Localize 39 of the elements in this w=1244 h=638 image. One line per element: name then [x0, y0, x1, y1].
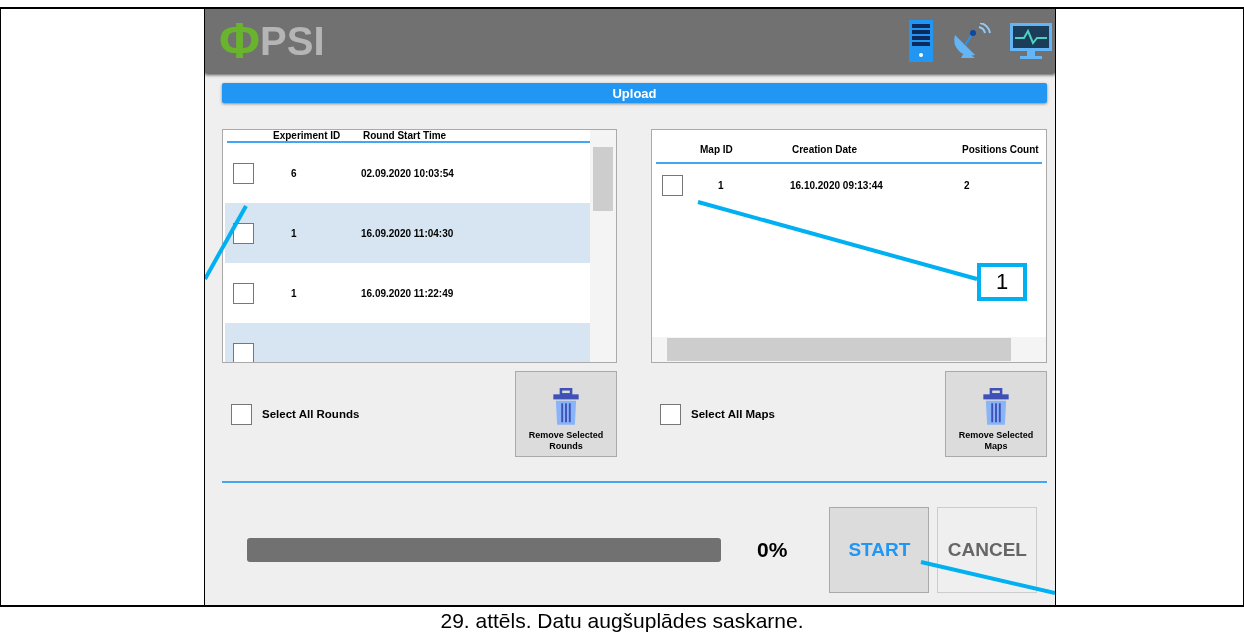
checkbox-label: Select All Rounds: [262, 408, 360, 420]
logo-text: PSI: [260, 18, 325, 64]
checkbox[interactable]: [233, 222, 254, 244]
monitor-pulse-icon[interactable]: [1009, 22, 1053, 60]
vertical-scrollbar[interactable]: [590, 130, 616, 362]
checkbox[interactable]: [233, 342, 254, 362]
checkbox[interactable]: [660, 403, 681, 425]
trash-icon: [552, 388, 580, 427]
column-header: Map ID: [700, 143, 734, 155]
column-header: Experiment ID: [273, 130, 342, 141]
trash-icon: [982, 388, 1010, 427]
table-cell-text: 16.09.2020 11:22:49: [361, 287, 455, 299]
table-cell-text: 1: [717, 179, 725, 191]
progress-percent: 0%: [757, 538, 788, 562]
checkbox[interactable]: [662, 174, 683, 196]
remove-maps-button[interactable]: Remove Selected Maps: [945, 371, 1047, 457]
satellite-dish-icon[interactable]: [951, 23, 991, 59]
section-title-bar: Upload: [222, 83, 1047, 103]
checkbox-label: Select All Maps: [691, 408, 775, 420]
checkbox[interactable]: [231, 403, 252, 425]
remove-rounds-button[interactable]: Remove Selected Rounds: [515, 371, 617, 457]
table-cell-text: 1: [290, 287, 298, 299]
table-cell-text: 2: [963, 179, 971, 191]
cancel-button[interactable]: CANCEL: [937, 507, 1038, 593]
table-cell-text: 16.09.2020 11:04:30: [361, 227, 455, 239]
table-cell-text: 02.09.2020 10:03:54: [361, 167, 455, 179]
table-cell-text: 16.10.2020 09:13:44: [790, 179, 884, 191]
figure-caption: 29. attēls. Datu augšuplādes saskarne.: [439, 609, 805, 633]
table-cell-text: 1: [290, 227, 298, 239]
horizontal-scrollbar[interactable]: [652, 337, 1046, 362]
checkbox[interactable]: [233, 282, 254, 304]
column-header: Creation Date: [792, 143, 858, 155]
column-header: Round Start Time: [363, 130, 448, 141]
column-header: Positions Count: [962, 143, 1040, 155]
table-cell-text: 6: [290, 167, 298, 179]
checkbox[interactable]: [233, 162, 254, 184]
logo-symbol: Φ: [219, 16, 261, 66]
callout-label: 1: [977, 263, 1027, 301]
server-icon[interactable]: [909, 20, 933, 62]
